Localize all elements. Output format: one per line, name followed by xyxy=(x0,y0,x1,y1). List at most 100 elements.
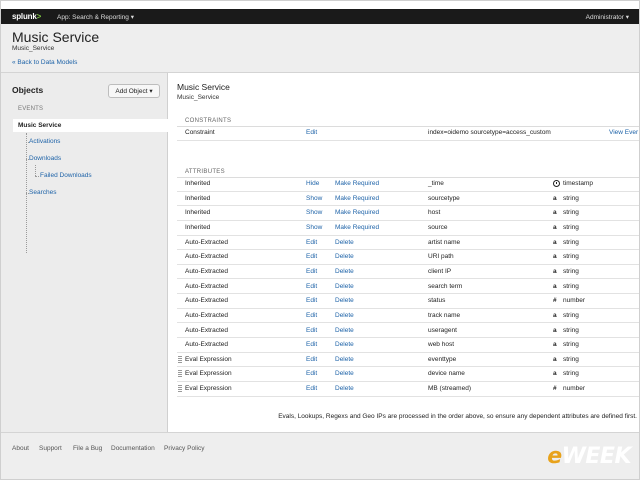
string-icon: a xyxy=(553,326,557,334)
attribute-data-type: string xyxy=(563,326,579,334)
attribute-make-required-link[interactable]: Make Required xyxy=(335,195,379,202)
objects-heading: Objects xyxy=(12,85,44,95)
attribute-data-type: string xyxy=(563,341,579,349)
attribute-delete-link[interactable]: Delete xyxy=(335,327,354,334)
app-menu-label: App: Search & Reporting xyxy=(57,14,129,21)
attribute-edit-link[interactable]: Edit xyxy=(306,283,317,290)
attribute-delete-link[interactable]: Delete xyxy=(335,283,354,290)
attribute-name: status xyxy=(428,297,446,305)
string-icon: a xyxy=(553,282,557,290)
attribute-type: Auto-Extracted xyxy=(185,326,228,334)
number-icon: # xyxy=(553,385,557,393)
attribute-show-link[interactable]: Show xyxy=(306,195,322,202)
attribute-name: artist name xyxy=(428,238,461,246)
splunk-logo[interactable]: splunk> xyxy=(12,12,41,21)
number-icon: # xyxy=(553,297,557,305)
attribute-delete-link[interactable]: Delete xyxy=(335,297,354,304)
attribute-edit-link[interactable]: Edit xyxy=(306,239,317,246)
attribute-row: Inherited Hide Make Required _time timestamp xyxy=(177,177,639,192)
attribute-edit-link[interactable]: Edit xyxy=(306,370,317,377)
attribute-data-type: string xyxy=(563,355,579,363)
attribute-row: Auto-Extracted Edit Delete web host a string xyxy=(177,338,639,353)
attribute-type: Auto-Extracted xyxy=(185,297,228,305)
sidebar-item-downloads[interactable]: Downloads xyxy=(29,155,61,162)
attribute-delete-link[interactable]: Delete xyxy=(335,239,354,246)
attribute-type: Inherited xyxy=(185,180,211,187)
attribute-row: Auto-Extracted Edit Delete track name a strin… xyxy=(177,309,639,324)
attribute-delete-link[interactable]: Delete xyxy=(335,385,354,392)
attribute-type: Inherited xyxy=(185,223,211,231)
footer-link-about[interactable]: About xyxy=(12,445,29,452)
attribute-row: Auto-Extracted Edit Delete status # number xyxy=(177,294,639,309)
attribute-edit-link[interactable]: Edit xyxy=(306,327,317,334)
attribute-data-type: string xyxy=(563,311,579,319)
attribute-data-type: string xyxy=(563,209,579,217)
attribute-delete-link[interactable]: Delete xyxy=(335,268,354,275)
drag-handle-icon[interactable] xyxy=(178,370,182,379)
attribute-name: track name xyxy=(428,311,461,319)
sidebar-item-music-service[interactable]: Music Service xyxy=(13,119,168,132)
attribute-hide-link[interactable]: Hide xyxy=(306,180,319,187)
sidebar-item-activations[interactable]: Activations xyxy=(29,138,60,145)
attribute-type: Eval Expression xyxy=(185,370,232,378)
attribute-type: Auto-Extracted xyxy=(185,253,228,261)
view-events-link[interactable]: View Ever xyxy=(609,129,638,136)
attribute-data-type: string xyxy=(563,253,579,261)
page-subtitle: Music_Service xyxy=(12,45,55,52)
attribute-edit-link[interactable]: Edit xyxy=(306,385,317,392)
attribute-edit-link[interactable]: Edit xyxy=(306,341,317,348)
edit-constraint-link[interactable]: Edit xyxy=(306,129,317,136)
attribute-name: useragent xyxy=(428,326,457,334)
sidebar-item-searches[interactable]: Searches xyxy=(29,189,56,196)
attribute-edit-link[interactable]: Edit xyxy=(306,356,317,363)
footer-link-documentation[interactable]: Documentation xyxy=(111,445,155,452)
attribute-data-type: string xyxy=(563,267,579,275)
logo-chevron: > xyxy=(36,12,42,21)
string-icon: a xyxy=(553,253,557,261)
attribute-row: Eval Expression Edit Delete device name a str… xyxy=(177,367,639,383)
attribute-show-link[interactable]: Show xyxy=(306,224,322,231)
attribute-type: Inherited xyxy=(185,209,211,217)
attribute-row: Auto-Extracted Edit Delete client IP a string xyxy=(177,265,639,280)
attribute-edit-link[interactable]: Edit xyxy=(306,253,317,260)
string-icon: a xyxy=(553,223,557,231)
drag-handle-icon[interactable] xyxy=(178,385,182,394)
attribute-name: URI path xyxy=(428,253,454,261)
user-menu[interactable]: Administrator ▾ xyxy=(586,13,629,21)
footer-link-support[interactable]: Support xyxy=(39,445,62,452)
tree-connector xyxy=(35,165,36,176)
attribute-delete-link[interactable]: Delete xyxy=(335,356,354,363)
attribute-name: source xyxy=(428,223,448,231)
attribute-edit-link[interactable]: Edit xyxy=(306,297,317,304)
drag-handle-icon[interactable] xyxy=(178,355,182,364)
attribute-data-type: timestamp xyxy=(563,180,593,187)
attribute-data-type: string xyxy=(563,194,579,202)
attribute-make-required-link[interactable]: Make Required xyxy=(335,224,379,231)
attribute-edit-link[interactable]: Edit xyxy=(306,312,317,319)
footer-link-file-a-bug[interactable]: File a Bug xyxy=(73,445,102,452)
attribute-row: Auto-Extracted Edit Delete artist name a stri… xyxy=(177,236,639,251)
attribute-make-required-link[interactable]: Make Required xyxy=(335,180,379,187)
back-to-data-models-link[interactable]: « Back to Data Models xyxy=(12,59,77,66)
attribute-edit-link[interactable]: Edit xyxy=(306,268,317,275)
top-bar: splunk> App: Search & Reporting ▾ Admini… xyxy=(1,9,639,24)
attribute-data-type: number xyxy=(563,297,586,305)
sidebar-item-failed-downloads[interactable]: Failed Downloads xyxy=(40,172,92,179)
attribute-delete-link[interactable]: Delete xyxy=(335,370,354,377)
object-detail-panel: Music Service Music_Service CONSTRAINTS … xyxy=(169,73,639,432)
clock-icon xyxy=(553,180,560,187)
attribute-row: Inherited Show Make Required sourcetype a str… xyxy=(177,192,639,207)
attribute-show-link[interactable]: Show xyxy=(306,209,322,216)
app-menu[interactable]: App: Search & Reporting ▾ xyxy=(57,13,134,21)
attribute-type: Inherited xyxy=(185,194,211,202)
attribute-delete-link[interactable]: Delete xyxy=(335,312,354,319)
attribute-delete-link[interactable]: Delete xyxy=(335,253,354,260)
attribute-make-required-link[interactable]: Make Required xyxy=(335,209,379,216)
page-title: Music Service xyxy=(12,29,100,45)
object-name: Music_Service xyxy=(177,94,220,101)
add-object-button[interactable]: Add Object ▾ xyxy=(108,84,160,98)
attribute-row: Eval Expression Edit Delete MB (streamed) # n… xyxy=(177,382,639,397)
attribute-type: Auto-Extracted xyxy=(185,341,228,349)
footer-link-privacy-policy[interactable]: Privacy Policy xyxy=(164,445,204,452)
attribute-delete-link[interactable]: Delete xyxy=(335,341,354,348)
